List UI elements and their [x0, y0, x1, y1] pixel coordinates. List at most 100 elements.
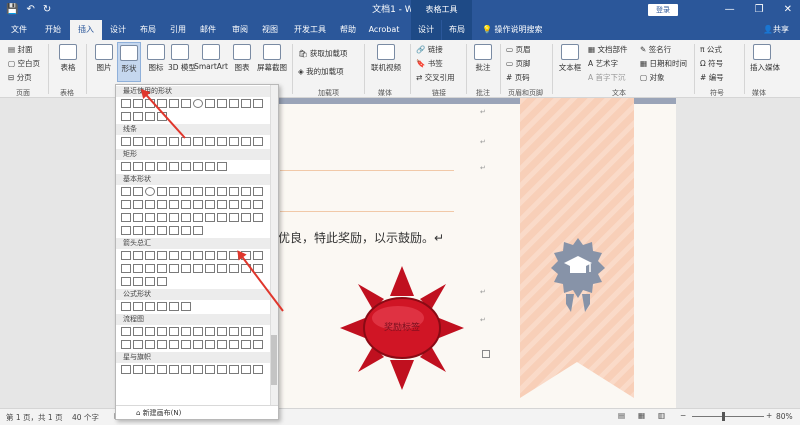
picture-button[interactable]: 图片	[92, 44, 116, 73]
sign-in-button[interactable]: 登录	[648, 4, 678, 16]
shape-basic[interactable]	[145, 213, 155, 222]
shape-flowchart[interactable]	[145, 340, 155, 349]
shape-star[interactable]	[121, 365, 131, 374]
shape-basic[interactable]	[217, 200, 227, 209]
tab-references[interactable]: 引用	[164, 20, 192, 40]
shape-flowchart[interactable]	[169, 327, 179, 336]
certificate-text[interactable]: 优良，特此奖励，以示鼓励。↵	[278, 229, 444, 246]
tab-file[interactable]: 文件	[4, 20, 34, 40]
shape-rectangle[interactable]	[157, 162, 167, 171]
shape-basic[interactable]	[193, 226, 203, 235]
shape-basic[interactable]	[241, 200, 251, 209]
shape-double-arrow[interactable]	[169, 99, 179, 108]
shape-flowchart[interactable]	[133, 327, 143, 336]
shape-star[interactable]	[229, 365, 239, 374]
shape-text-box[interactable]	[121, 99, 131, 108]
insert-media-button[interactable]: 插入媒体	[750, 44, 780, 73]
shape-freeform[interactable]	[253, 99, 263, 108]
shape-flowchart[interactable]	[205, 327, 215, 336]
shape-flowchart[interactable]	[253, 340, 263, 349]
tab-help[interactable]: 帮助	[334, 20, 362, 40]
shapes-scrollbar[interactable]	[270, 85, 278, 405]
my-addins-button[interactable]: ◈ 我的加载项	[298, 66, 344, 77]
shape-triangle[interactable]	[217, 99, 227, 108]
shape-flowchart[interactable]	[229, 327, 239, 336]
shape-block-arrow[interactable]	[217, 264, 227, 273]
shape-block-arrow[interactable]	[133, 277, 143, 286]
bookmark-button[interactable]: 🔖 书签	[416, 58, 443, 69]
cover-page-button[interactable]: ▤ 封面	[8, 44, 32, 55]
shape-star[interactable]	[193, 365, 203, 374]
shape-rectangle[interactable]	[169, 162, 179, 171]
web-layout-icon[interactable]: ▥	[658, 411, 665, 420]
shape-basic[interactable]	[253, 200, 263, 209]
shape-basic[interactable]	[229, 213, 239, 222]
shape-equation[interactable]	[145, 302, 155, 311]
3d-model-button[interactable]: 3D 模型	[168, 44, 196, 73]
shape-line[interactable]	[205, 137, 215, 146]
shape-star[interactable]	[145, 112, 155, 121]
shape-line[interactable]	[157, 137, 167, 146]
footer-button[interactable]: ▭ 页脚	[506, 58, 530, 69]
tab-review[interactable]: 审阅	[226, 20, 254, 40]
document-page[interactable]: 优良，特此奖励，以示鼓励。↵ ↵ ↵ ↵ ↵ ↵ 奖励标签	[268, 98, 676, 408]
shape-elbow-connector[interactable]	[229, 99, 239, 108]
shape-block-arrow[interactable]	[133, 264, 143, 273]
page-number-button[interactable]: # 页码	[506, 72, 530, 83]
tell-me-search[interactable]: 💡 操作说明搜索	[482, 20, 562, 40]
word-count[interactable]: 40 个字	[72, 412, 99, 423]
shape-rectangle[interactable]	[133, 99, 143, 108]
shape-basic[interactable]	[169, 226, 179, 235]
shape-basic[interactable]	[181, 200, 191, 209]
drop-cap-button[interactable]: A 首字下沉	[588, 72, 626, 83]
share-button[interactable]: 👤共享	[758, 20, 794, 40]
shape-basic[interactable]	[181, 187, 191, 196]
shape-basic[interactable]	[157, 213, 167, 222]
shape-flowchart[interactable]	[181, 340, 191, 349]
shape-basic[interactable]	[181, 213, 191, 222]
shape-flowchart[interactable]	[217, 340, 227, 349]
shape-rectangle[interactable]	[181, 99, 191, 108]
shape-line[interactable]	[193, 137, 203, 146]
tab-acrobat[interactable]: Acrobat	[364, 20, 404, 40]
cross-reference-button[interactable]: ⇄ 交叉引用	[416, 72, 455, 83]
quick-parts-button[interactable]: ▦ 文档部件	[588, 44, 627, 55]
shape-line[interactable]	[253, 137, 263, 146]
shape-curve[interactable]	[241, 99, 251, 108]
shape-flowchart[interactable]	[121, 340, 131, 349]
chart-button[interactable]: 图表	[232, 44, 252, 73]
zoom-level[interactable]: 80%	[776, 412, 793, 421]
scrollbar-thumb[interactable]	[271, 335, 277, 385]
shape-block-arrow[interactable]	[157, 251, 167, 260]
shape-basic[interactable]	[169, 187, 179, 196]
shape-block-arrow[interactable]	[253, 251, 263, 260]
shape-block-arrow[interactable]	[121, 264, 131, 273]
shape-basic[interactable]	[229, 187, 239, 196]
shape-flowchart[interactable]	[193, 340, 203, 349]
shape-basic[interactable]	[241, 213, 251, 222]
wordart-button[interactable]: A 艺术字	[588, 58, 618, 69]
shape-rectangle[interactable]	[205, 99, 215, 108]
shape-flowchart[interactable]	[157, 340, 167, 349]
shape-basic[interactable]	[169, 200, 179, 209]
shape-block-arrow[interactable]	[181, 251, 191, 260]
shape-flowchart[interactable]	[217, 327, 227, 336]
shape-block-arrow[interactable]	[133, 251, 143, 260]
new-drawing-canvas-button[interactable]: ⌂ 新建画布(N)	[116, 405, 278, 419]
icons-button[interactable]: 图标	[145, 44, 167, 73]
shape-basic[interactable]	[217, 213, 227, 222]
shape-star[interactable]	[169, 365, 179, 374]
shape-block-arrow[interactable]	[145, 277, 155, 286]
shape-callout[interactable]	[133, 112, 143, 121]
shape-rectangle[interactable]	[205, 162, 215, 171]
shape-block-arrow[interactable]	[121, 277, 131, 286]
equation-button[interactable]: π 公式	[700, 44, 722, 55]
restore-button[interactable]: ❐	[755, 3, 764, 17]
shape-block-arrow[interactable]	[169, 251, 179, 260]
shape-star[interactable]	[145, 365, 155, 374]
comment-button[interactable]: 批注	[472, 44, 494, 73]
zoom-out-button[interactable]: −	[680, 411, 686, 420]
shape-basic[interactable]	[181, 226, 191, 235]
shape-basic[interactable]	[157, 187, 167, 196]
shape-block-arrow[interactable]	[157, 277, 167, 286]
